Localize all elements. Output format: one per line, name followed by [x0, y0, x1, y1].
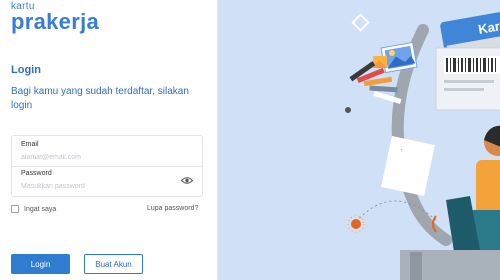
remember-label: Ingat saya — [24, 205, 57, 213]
page-title: Login — [11, 64, 41, 76]
password-label: Password — [21, 170, 52, 177]
login-form: Email Password — [11, 135, 203, 197]
paper-icon: + — [381, 135, 435, 197]
prakerja-logo[interactable]: kartu prakerja — [11, 2, 99, 33]
orange-dot-icon — [347, 215, 365, 233]
logo-main-text: prakerja — [11, 9, 100, 34]
password-field[interactable] — [21, 181, 171, 192]
form-divider — [12, 166, 202, 167]
document-icon — [435, 47, 500, 111]
login-button[interactable]: Login — [11, 254, 70, 274]
remember-me[interactable]: Ingat saya — [11, 205, 56, 213]
remember-checkbox[interactable] — [11, 205, 19, 213]
illustration-panel: Kar + — [218, 0, 500, 280]
eye-icon[interactable] — [181, 176, 193, 185]
create-account-button[interactable]: Buat Akun — [84, 254, 143, 274]
picture-icon-small — [373, 56, 387, 68]
login-subtitle: Bagi kamu yang sudah terdaftar, silakan … — [11, 86, 189, 111]
forgot-password-link[interactable]: Lupa password? — [147, 205, 198, 212]
login-panel: kartu prakerja Login Bagi kamu yang suda… — [0, 0, 218, 280]
illustration: Kar + — [345, 9, 500, 280]
chair-shape — [446, 196, 480, 252]
svg-text:+: + — [400, 148, 404, 154]
email-label: Email — [21, 141, 39, 148]
diamond-shape — [351, 13, 370, 32]
email-field[interactable] — [21, 152, 171, 163]
